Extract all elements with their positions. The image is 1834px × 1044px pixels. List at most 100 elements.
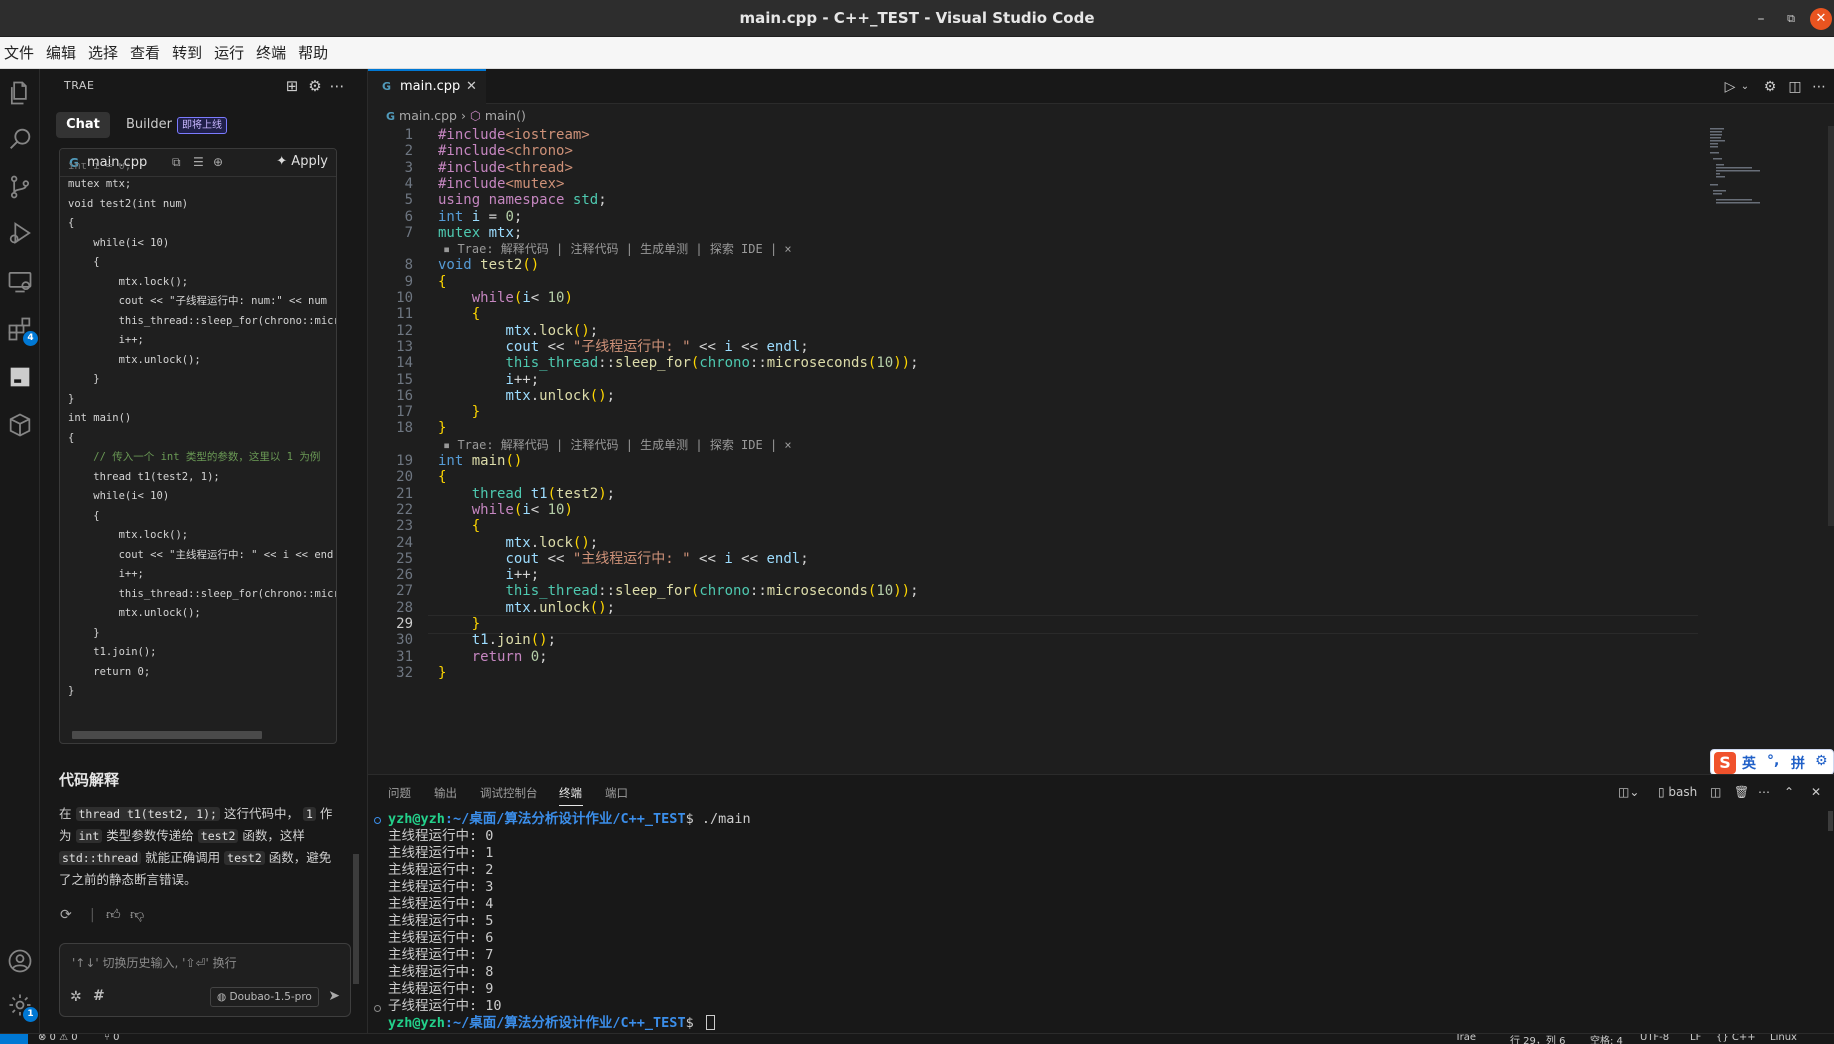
trae-icon[interactable]: [6, 363, 34, 391]
sogou-logo-icon: S: [1714, 752, 1736, 774]
sidebar-scrollbar[interactable]: [353, 854, 359, 984]
chevron-down-icon[interactable]: ⌄: [1736, 78, 1754, 96]
text-run: 这行代码中，: [223, 806, 299, 821]
encoding-status[interactable]: UTF-8: [1640, 1034, 1669, 1043]
thumbs-up-icon[interactable]: 👍︎: [106, 906, 124, 924]
menu-terminal[interactable]: 终端: [252, 37, 290, 69]
code-card-scrollbar[interactable]: [72, 731, 262, 739]
language-status[interactable]: {} C++: [1716, 1034, 1756, 1043]
breadcrumb-file[interactable]: main.cpp: [399, 108, 457, 123]
tab-builder[interactable]: Builder: [126, 112, 172, 138]
active-tab-indicator: [559, 805, 583, 806]
menu-help[interactable]: 帮助: [294, 37, 332, 69]
menu-edit[interactable]: 编辑: [42, 37, 80, 69]
tab-terminal[interactable]: 终端: [559, 785, 582, 801]
editor-scrollbar[interactable]: [1828, 126, 1834, 526]
chat-input-placeholder[interactable]: '↑↓' 切换历史输入, '⇧⏎' 换行: [72, 954, 237, 971]
regenerate-icon[interactable]: ⟳: [60, 906, 78, 924]
more-icon[interactable]: ⋯: [328, 77, 346, 95]
command-decoration[interactable]: [374, 817, 381, 824]
problems-status[interactable]: ⊗ 0 ⚠ 0: [38, 1034, 78, 1043]
search-icon[interactable]: [6, 125, 34, 153]
remote-explorer-icon[interactable]: [6, 267, 34, 295]
extensions-icon[interactable]: 4: [6, 315, 38, 346]
line-number: 2: [404, 143, 413, 160]
run-debug-icon[interactable]: [6, 219, 34, 247]
line-number: 21: [396, 485, 413, 502]
trash-icon[interactable]: 🗑︎: [1734, 784, 1749, 800]
explorer-icon[interactable]: [6, 79, 34, 107]
menu-file[interactable]: 文件: [0, 37, 38, 69]
minimize-button[interactable]: –: [1750, 8, 1772, 30]
model-selector[interactable]: ◍ Doubao-1.5-pro: [210, 987, 319, 1007]
tab-output[interactable]: 输出: [434, 785, 457, 801]
terminal-line: 主线程运行中: 9: [388, 981, 494, 997]
code-card-line: mtx.unlock();: [68, 353, 201, 366]
maximize-panel-icon[interactable]: ⌃: [1784, 784, 1794, 800]
close-icon[interactable]: ✕: [466, 79, 477, 94]
account-icon[interactable]: [6, 947, 34, 975]
ime-mode[interactable]: 拼: [1791, 753, 1805, 773]
split-editor-icon[interactable]: ◫: [1786, 78, 1804, 96]
hash-icon[interactable]: #: [93, 988, 105, 1004]
terminal[interactable]: yzh@yzh:~/桌面/算法分析设计作业/C++_TEST$ ./main 主…: [388, 811, 1808, 1033]
line-number: 32: [396, 664, 413, 681]
code-card-line: return 0;: [68, 665, 151, 678]
menu-go[interactable]: 转到: [168, 37, 206, 69]
more-icon[interactable]: ⋯: [1810, 78, 1828, 96]
line-number: 28: [396, 599, 413, 616]
inline-code: test2: [224, 851, 265, 865]
terminal-line: 主线程运行中: 2: [388, 862, 494, 878]
more-icon[interactable]: ⋯: [1758, 784, 1770, 800]
code-lens[interactable]: ▪ Trae: 解释代码 | 注释代码 | 生成单测 | 探索 IDE | ×: [443, 242, 792, 257]
terminal-path: :~/桌面/算法分析设计作业/C++_TEST: [444, 1015, 686, 1031]
os-status[interactable]: Linux: [1770, 1034, 1797, 1043]
chat-input-box[interactable]: '↑↓' 切换历史输入, '⇧⏎' 换行 ✲ # ◍ Doubao-1.5-pr…: [59, 943, 351, 1017]
breadcrumb: G main.cpp › ⬡ main(): [386, 106, 526, 127]
tab-ports[interactable]: 端口: [605, 785, 628, 801]
ime-toolbar[interactable]: S 英 °, 拼 ⚙: [1710, 749, 1834, 775]
indentation-status[interactable]: 空格: 4: [1590, 1034, 1623, 1044]
tab-chat[interactable]: Chat: [56, 112, 110, 138]
panel-scrollbar[interactable]: [1828, 811, 1833, 831]
command-decoration[interactable]: [374, 1005, 381, 1012]
ime-lang[interactable]: 英: [1742, 753, 1756, 773]
minimap[interactable]: [1710, 126, 1820, 206]
ports-status[interactable]: ⑂ 0: [104, 1034, 120, 1043]
restore-button[interactable]: ⧉: [1780, 8, 1802, 30]
menu-view[interactable]: 查看: [126, 37, 164, 69]
gear-icon[interactable]: 1: [6, 991, 38, 1022]
terminal-shell[interactable]: ▯ bash: [1658, 784, 1697, 800]
magic-icon[interactable]: ✲: [70, 989, 82, 1005]
thumbs-down-icon[interactable]: 👎︎: [130, 906, 148, 924]
punctuation-icon[interactable]: °,: [1767, 753, 1779, 769]
menu-run[interactable]: 运行: [210, 37, 248, 69]
code-editor[interactable]: 1 #include<iostream> 2 #include<chrono> 3 #in…: [368, 126, 1698, 774]
gear-icon[interactable]: ⚙: [1815, 753, 1828, 769]
close-window-button[interactable]: ✕: [1810, 8, 1832, 30]
close-icon[interactable]: ✕: [1811, 784, 1821, 800]
gear-icon[interactable]: ⚙: [1761, 78, 1779, 96]
eol-status[interactable]: LF: [1690, 1034, 1701, 1043]
tab-problems[interactable]: 问题: [388, 785, 411, 801]
menu-bar: 文件 编辑 选择 查看 转到 运行 终端 帮助: [0, 37, 1834, 69]
remote-indicator[interactable]: [0, 1034, 28, 1044]
trae-status[interactable]: Trae: [1455, 1034, 1476, 1043]
gear-icon[interactable]: ⚙: [306, 77, 324, 95]
split-terminal-icon[interactable]: ◫: [1710, 784, 1721, 800]
tab-debug-console[interactable]: 调试控制台: [480, 785, 538, 801]
new-chat-icon[interactable]: ⊞: [283, 77, 301, 95]
explanation-title: 代码解释: [59, 771, 120, 789]
cube-icon[interactable]: [6, 411, 34, 439]
code-lens[interactable]: ▪ Trae: 解释代码 | 注释代码 | 生成单测 | 探索 IDE | ×: [443, 438, 792, 453]
send-icon[interactable]: ➤: [328, 988, 340, 1004]
tab-main-cpp[interactable]: G main.cpp ✕: [368, 69, 486, 104]
breadcrumb-symbol[interactable]: main(): [485, 108, 526, 123]
cursor-position[interactable]: 行 29，列 6: [1510, 1034, 1565, 1044]
line-number: 30: [396, 632, 413, 649]
layout-icon[interactable]: ◫⌄: [1618, 784, 1639, 800]
current-line-highlight: [428, 615, 1698, 634]
code-line: void test2(): [438, 257, 540, 274]
menu-selection[interactable]: 选择: [84, 37, 122, 69]
source-control-icon[interactable]: [6, 173, 34, 201]
